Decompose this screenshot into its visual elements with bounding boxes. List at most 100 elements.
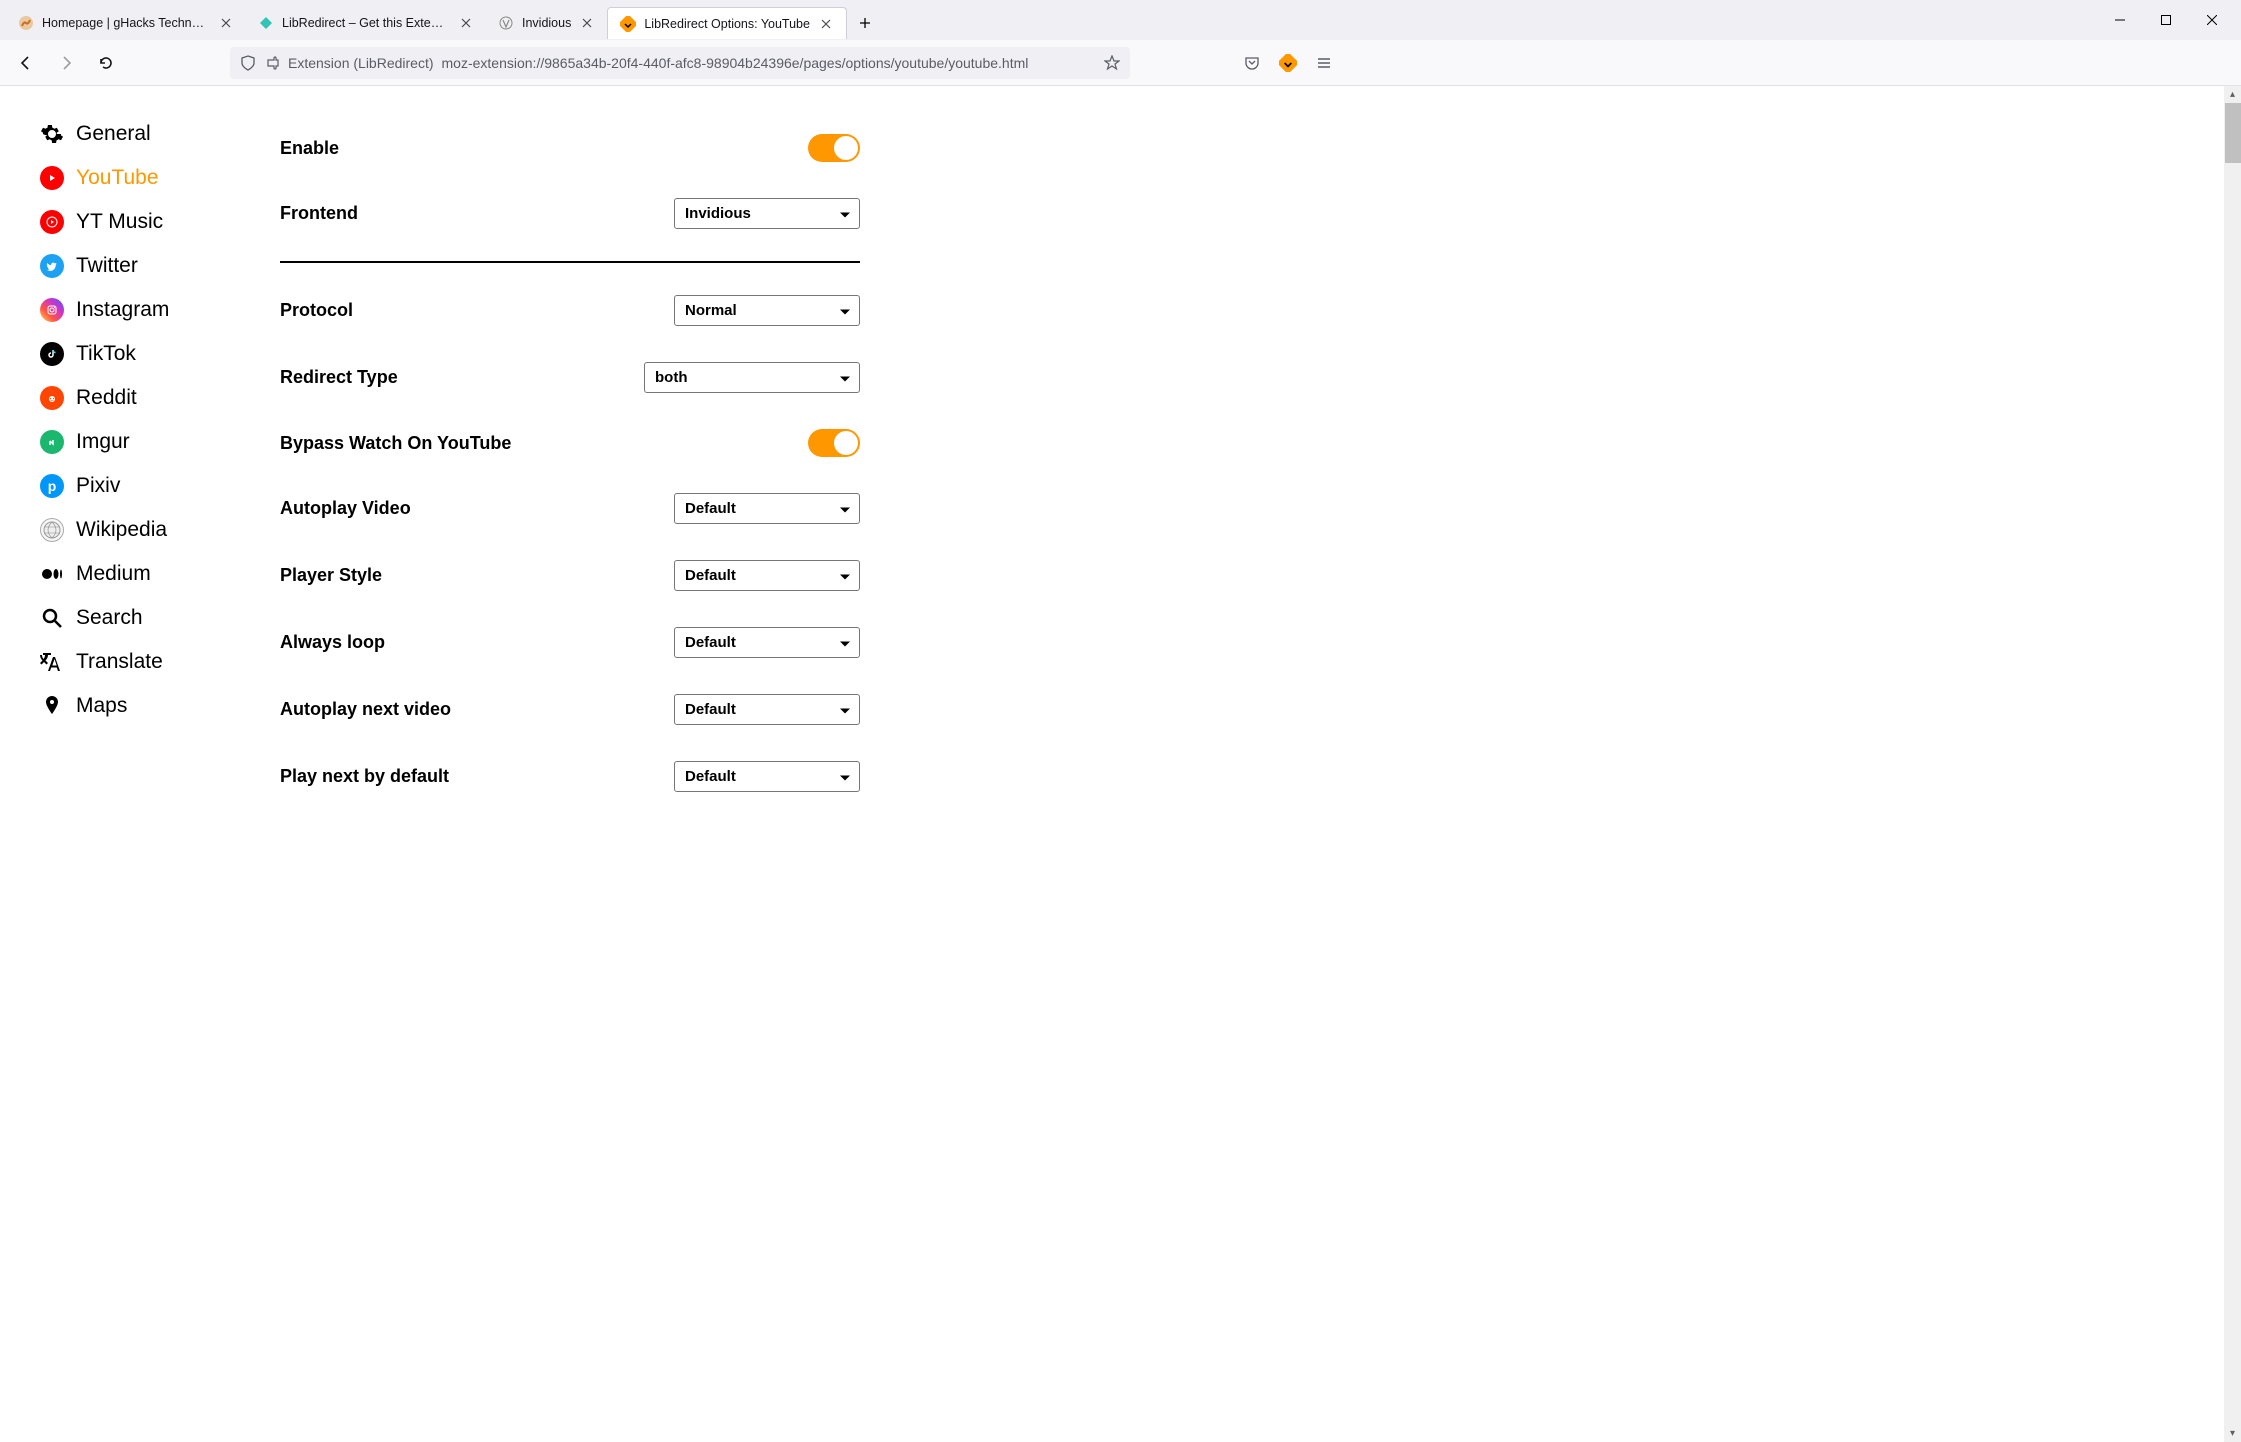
reddit-icon: [40, 386, 64, 410]
close-icon[interactable]: [818, 16, 834, 32]
url-text: moz-extension://9865a34b-20f4-440f-afc8-…: [442, 55, 1029, 71]
page-content: General YouTube YT Music Twitter Instagr: [0, 86, 2241, 1442]
new-tab-button[interactable]: [851, 9, 879, 37]
pocket-icon[interactable]: [1238, 49, 1266, 77]
divider: [280, 261, 860, 263]
close-icon[interactable]: [218, 15, 234, 31]
back-button[interactable]: [10, 47, 42, 79]
tab-libredirect-amo[interactable]: LibRedirect – Get this Extension: [246, 7, 486, 39]
sidebar-item-label: YouTube: [76, 166, 159, 190]
scrollbar-handle[interactable]: [2225, 103, 2241, 163]
libredirect-favicon: [258, 15, 274, 31]
url-extension-label: Extension (LibRedirect): [288, 55, 434, 71]
sidebar-item-label: YT Music: [76, 210, 163, 234]
browser-toolbar: Extension (LibRedirect) moz-extension://…: [0, 40, 2241, 86]
setting-play-next: Play next by default Default: [280, 743, 860, 810]
tab-strip: Homepage | gHacks Technolog LibRedirect …: [6, 0, 2097, 40]
player-style-select[interactable]: Default: [674, 560, 860, 591]
sidebar-item-label: Wikipedia: [76, 518, 167, 542]
sidebar-item-reddit[interactable]: Reddit: [40, 376, 240, 420]
always-loop-select[interactable]: Default: [674, 627, 860, 658]
libredirect-ext-favicon: [620, 16, 636, 32]
maximize-button[interactable]: [2143, 4, 2189, 36]
setting-enable: Enable: [280, 116, 860, 180]
extension-icon[interactable]: [264, 55, 280, 71]
bookmark-star-icon[interactable]: [1104, 55, 1120, 71]
window-controls: [2097, 4, 2235, 36]
gear-icon: [40, 122, 64, 146]
sidebar-item-translate[interactable]: Translate: [40, 640, 240, 684]
imgur-icon: [40, 430, 64, 454]
url-bar[interactable]: Extension (LibRedirect) moz-extension://…: [230, 47, 1130, 79]
vertical-scrollbar[interactable]: ▴ ▾: [2224, 86, 2241, 1442]
setting-label: Redirect Type: [280, 367, 398, 388]
setting-bypass: Bypass Watch On YouTube: [280, 411, 860, 475]
forward-button[interactable]: [50, 47, 82, 79]
sidebar-item-medium[interactable]: Medium: [40, 552, 240, 596]
sidebar-item-general[interactable]: General: [40, 112, 240, 156]
toolbar-right: [1238, 49, 1338, 77]
sidebar-item-youtube[interactable]: YouTube: [40, 156, 240, 200]
play-next-select[interactable]: Default: [674, 761, 860, 792]
sidebar-item-label: Imgur: [76, 430, 130, 454]
setting-always-loop: Always loop Default: [280, 609, 860, 676]
libredirect-toolbar-icon[interactable]: [1274, 49, 1302, 77]
sidebar-item-label: General: [76, 122, 151, 146]
setting-label: Play next by default: [280, 766, 449, 787]
setting-player-style: Player Style Default: [280, 542, 860, 609]
app-menu-button[interactable]: [1310, 49, 1338, 77]
instagram-icon: [40, 298, 64, 322]
medium-icon: [40, 562, 64, 586]
invidious-favicon: [498, 15, 514, 31]
sidebar-item-label: TikTok: [76, 342, 136, 366]
reload-button[interactable]: [90, 47, 122, 79]
sidebar-item-imgur[interactable]: Imgur: [40, 420, 240, 464]
redirect-type-select[interactable]: both: [644, 362, 860, 393]
pixiv-icon: p: [40, 474, 64, 498]
sidebar-item-label: Medium: [76, 562, 151, 586]
wikipedia-icon: [40, 518, 64, 542]
twitter-icon: [40, 254, 64, 278]
sidebar-item-tiktok[interactable]: TikTok: [40, 332, 240, 376]
scroll-up-arrow[interactable]: ▴: [2224, 86, 2241, 103]
sidebar-item-wikipedia[interactable]: Wikipedia: [40, 508, 240, 552]
setting-label: Protocol: [280, 300, 353, 321]
youtube-icon: [40, 166, 64, 190]
minimize-button[interactable]: [2097, 4, 2143, 36]
sidebar-item-maps[interactable]: Maps: [40, 684, 240, 728]
shield-icon[interactable]: [240, 55, 256, 71]
close-icon[interactable]: [458, 15, 474, 31]
sidebar-item-ytmusic[interactable]: YT Music: [40, 200, 240, 244]
close-window-button[interactable]: [2189, 4, 2235, 36]
sidebar-item-instagram[interactable]: Instagram: [40, 288, 240, 332]
tab-title: LibRedirect Options: YouTube: [644, 17, 810, 31]
enable-toggle[interactable]: [808, 134, 860, 162]
sidebar-item-search[interactable]: Search: [40, 596, 240, 640]
sidebar-item-label: Maps: [76, 694, 127, 718]
setting-label: Autoplay next video: [280, 699, 451, 720]
scroll-down-arrow[interactable]: ▾: [2224, 1425, 2241, 1442]
sidebar-item-twitter[interactable]: Twitter: [40, 244, 240, 288]
setting-autoplay-video: Autoplay Video Default: [280, 475, 860, 542]
browser-titlebar: Homepage | gHacks Technolog LibRedirect …: [0, 0, 2241, 40]
tab-title: LibRedirect – Get this Extension: [282, 16, 450, 30]
sidebar-item-pixiv[interactable]: p Pixiv: [40, 464, 240, 508]
ghacks-favicon: [18, 15, 34, 31]
autoplay-next-select[interactable]: Default: [674, 694, 860, 725]
tab-ghacks[interactable]: Homepage | gHacks Technolog: [6, 7, 246, 39]
sidebar-item-label: Reddit: [76, 386, 137, 410]
bypass-toggle[interactable]: [808, 429, 860, 457]
translate-icon: [40, 650, 64, 674]
setting-label: Frontend: [280, 203, 358, 224]
setting-autoplay-next: Autoplay next video Default: [280, 676, 860, 743]
setting-frontend: Frontend Invidious: [280, 180, 860, 247]
tiktok-icon: [40, 342, 64, 366]
protocol-select[interactable]: Normal: [674, 295, 860, 326]
close-icon[interactable]: [579, 15, 595, 31]
autoplay-video-select[interactable]: Default: [674, 493, 860, 524]
tab-libredirect-options[interactable]: LibRedirect Options: YouTube: [607, 7, 847, 39]
frontend-select[interactable]: Invidious: [674, 198, 860, 229]
sidebar-item-label: Twitter: [76, 254, 138, 278]
tab-invidious[interactable]: Invidious: [486, 7, 607, 39]
setting-label: Autoplay Video: [280, 498, 411, 519]
